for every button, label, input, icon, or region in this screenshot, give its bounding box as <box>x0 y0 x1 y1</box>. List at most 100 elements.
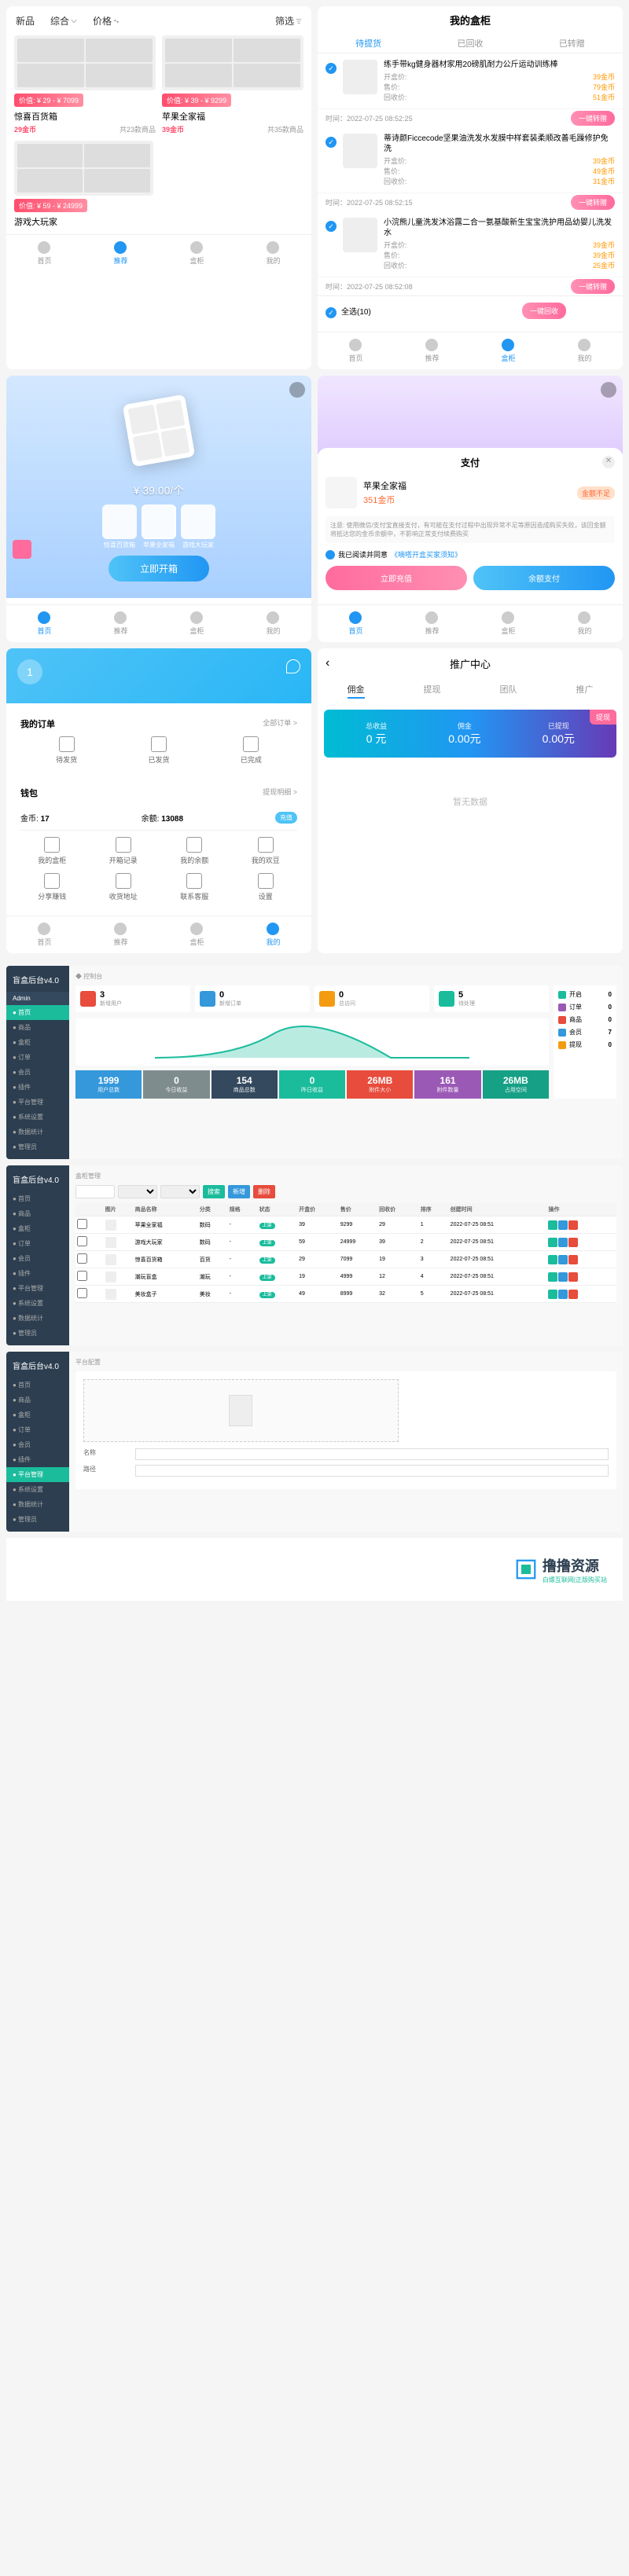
agreement-link[interactable]: 《嘀嗒开盒买家须知》 <box>391 549 462 560</box>
box-option[interactable]: 游戏大玩家 <box>181 505 215 549</box>
recycle-button[interactable]: 一键回收 <box>522 303 566 319</box>
sidebar-item[interactable]: ● 会员 <box>6 1437 69 1452</box>
delete-button[interactable] <box>568 1255 578 1264</box>
box-option[interactable]: 惊喜百货箱 <box>102 505 137 549</box>
sidebar-item[interactable]: ● 商品 <box>6 1206 69 1221</box>
menu-item[interactable]: 联系客服 <box>163 873 226 901</box>
tab-recycled[interactable]: 已回收 <box>457 37 483 50</box>
menu-item[interactable]: 我的盒柜 <box>20 837 84 865</box>
table-header[interactable]: 售价 <box>339 1203 377 1216</box>
product-card[interactable]: 价值: ¥ 39 - ¥ 9299 苹果全家福 39金币共35款商品 <box>162 35 303 134</box>
admin-user[interactable]: Admin <box>6 992 69 1005</box>
tab-cabinet[interactable]: 盒柜 <box>189 611 204 636</box>
delete-button[interactable] <box>568 1220 578 1230</box>
view-button[interactable] <box>558 1220 568 1230</box>
config-name-input[interactable] <box>135 1448 609 1460</box>
delete-button[interactable] <box>568 1272 578 1282</box>
sidebar-item[interactable]: ● 数据统计 <box>6 1497 69 1512</box>
sidebar-item[interactable]: ● 插件 <box>6 1452 69 1467</box>
table-header[interactable]: 状态 <box>258 1203 298 1216</box>
filter-new[interactable]: 新品 <box>16 14 35 28</box>
table-header[interactable]: 规格 <box>228 1203 258 1216</box>
sidebar-item[interactable]: ● 商品 <box>6 1393 69 1407</box>
table-header[interactable] <box>75 1203 104 1216</box>
tab-home[interactable]: 首页 <box>37 611 51 636</box>
tab-cabinet[interactable]: 盒柜 <box>189 241 204 266</box>
sidebar-item[interactable]: ● 管理员 <box>6 1139 69 1154</box>
table-row[interactable]: 苹果全家福数码- 上架 3992992912022-07-25 08:51 <box>75 1216 616 1234</box>
gift-button[interactable]: 一键转赠 <box>571 111 615 126</box>
tab-mine[interactable]: 我的 <box>266 923 280 947</box>
table-row[interactable]: 游戏大玩家数码- 上架 59249993922022-07-25 08:51 <box>75 1234 616 1251</box>
agreement-row[interactable]: 我已阅读并同意 《嘀嗒开盒买家须知》 <box>326 549 615 560</box>
sidebar-item[interactable]: ● 系统设置 <box>6 1296 69 1311</box>
search-button[interactable]: 搜索 <box>203 1185 225 1198</box>
edit-button[interactable] <box>548 1272 557 1282</box>
select-all-checkbox[interactable]: ✓ <box>326 307 337 318</box>
agreement-checkbox[interactable] <box>326 550 335 560</box>
tab-cabinet[interactable]: 盒柜 <box>501 611 515 636</box>
sidebar-item[interactable]: ● 系统设置 <box>6 1482 69 1497</box>
category-select[interactable] <box>118 1185 157 1198</box>
sidebar-item[interactable]: ● 插件 <box>6 1266 69 1281</box>
sidebar-item[interactable]: ● 首页 <box>6 1378 69 1393</box>
view-button[interactable] <box>558 1290 568 1299</box>
tab-cabinet[interactable]: 盒柜 <box>501 339 515 363</box>
close-button[interactable]: ✕ <box>602 456 615 468</box>
all-orders-link[interactable]: 全部订单 > <box>263 717 297 730</box>
tab-recommend[interactable]: 推荐 <box>113 923 127 947</box>
sidebar-item[interactable]: ● 商品 <box>6 1020 69 1035</box>
withdraw-button[interactable]: 提现 <box>590 710 616 725</box>
row-checkbox[interactable] <box>77 1236 87 1246</box>
ship-button[interactable]: 申请发货 <box>571 303 615 319</box>
order-pending[interactable]: 待发货 <box>56 736 77 765</box>
sidebar-item[interactable]: ● 系统设置 <box>6 1110 69 1125</box>
menu-item[interactable]: 收货地址 <box>92 873 156 901</box>
tab-cabinet[interactable]: 盒柜 <box>189 923 204 947</box>
info-icon[interactable] <box>601 382 616 398</box>
sidebar-item[interactable]: ● 会员 <box>6 1251 69 1266</box>
sidebar-item[interactable]: ● 插件 <box>6 1080 69 1095</box>
table-row[interactable]: 美妆盒子美妆- 上架 4989993252022-07-25 08:51 <box>75 1286 616 1303</box>
order-done[interactable]: 已完成 <box>241 736 262 765</box>
sidebar-item[interactable]: ● 平台管理 <box>6 1281 69 1296</box>
sidebar-item[interactable]: ● 管理员 <box>6 1326 69 1341</box>
tab-recommend[interactable]: 推荐 <box>113 611 127 636</box>
tab-withdraw[interactable]: 提现 <box>424 683 441 699</box>
edit-button[interactable] <box>548 1255 557 1264</box>
tab-home[interactable]: 首页 <box>37 241 51 266</box>
product-card[interactable]: 价值: ¥ 59 - ¥ 24999 游戏大玩家 <box>14 141 153 228</box>
view-button[interactable] <box>558 1272 568 1282</box>
row-checkbox[interactable] <box>77 1288 87 1298</box>
recharge-button[interactable]: 充值 <box>275 812 297 824</box>
sidebar-item[interactable]: ● 订单 <box>6 1050 69 1065</box>
sidebar-item[interactable]: ● 订单 <box>6 1236 69 1251</box>
status-select[interactable] <box>160 1185 200 1198</box>
sidebar-item[interactable]: ● 订单 <box>6 1422 69 1437</box>
table-header[interactable]: 回收价 <box>377 1203 419 1216</box>
gift-button[interactable]: 一键转赠 <box>571 279 615 294</box>
delete-button[interactable] <box>568 1238 578 1247</box>
tab-home[interactable]: 首页 <box>37 923 51 947</box>
filter-filter[interactable]: 筛选 <box>275 14 302 28</box>
table-header[interactable]: 图片 <box>104 1203 134 1216</box>
search-input[interactable] <box>75 1185 115 1198</box>
tab-mine[interactable]: 我的 <box>577 339 591 363</box>
table-header[interactable]: 操作 <box>546 1203 616 1216</box>
table-header[interactable]: 创建时间 <box>449 1203 547 1216</box>
tab-mine[interactable]: 我的 <box>577 611 591 636</box>
row-checkbox[interactable] <box>77 1271 87 1281</box>
order-item[interactable]: ✓ 小浣熊儿童洗发沐浴露二合一氨基酸新生宝宝洗护用品幼婴儿洗发水 开盒价:39金… <box>318 211 623 277</box>
sidebar-item[interactable]: ● 盒柜 <box>6 1035 69 1050</box>
sidebar-item[interactable]: ● 盒柜 <box>6 1407 69 1422</box>
sidebar-item[interactable]: ● 数据统计 <box>6 1311 69 1326</box>
tab-mine[interactable]: 我的 <box>266 241 280 266</box>
menu-item[interactable]: 分享赚钱 <box>20 873 84 901</box>
tab-pending[interactable]: 待提货 <box>355 37 381 50</box>
sidebar-item[interactable]: ● 首页 <box>6 1005 69 1020</box>
sidebar-item[interactable]: ● 首页 <box>6 1191 69 1206</box>
row-checkbox[interactable] <box>77 1219 87 1229</box>
menu-item[interactable]: 我的欢豆 <box>234 837 298 865</box>
recharge-button[interactable]: 立即充值 <box>326 566 467 590</box>
tab-commission[interactable]: 佣金 <box>348 683 365 699</box>
